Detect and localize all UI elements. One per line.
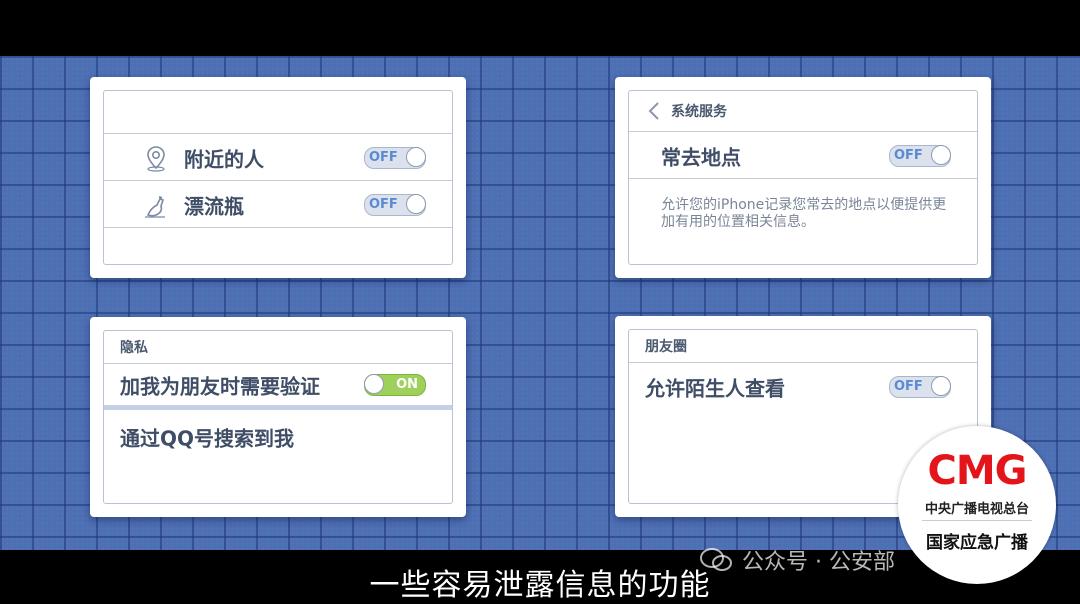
cmg-brand-text: CMG [927,448,1028,494]
stranger-view-label: 允许陌生人查看 [645,376,785,401]
qq-search-label: 通过QQ号搜索到我 [120,426,295,451]
nearby-settings-panel: 附近的人 OFF 漂流瓶 OFF [103,90,453,265]
moments-title: 朋友圈 [645,339,687,355]
video-subtitle: 一些容易泄露信息的功能 [369,568,711,603]
qq-search-row[interactable]: 通过QQ号搜索到我 [104,412,452,462]
stranger-view-row[interactable]: 允许陌生人查看 OFF [629,364,977,410]
friend-verify-toggle[interactable]: ON [364,374,426,396]
friend-verify-label: 加我为朋友时需要验证 [120,374,320,399]
location-pin-icon [147,145,165,172]
privacy-card: 隐私 加我为朋友时需要验证 ON 通过QQ号搜索到我 [90,317,466,517]
nearby-settings-card: 附近的人 OFF 漂流瓶 OFF [90,77,466,278]
system-services-card: 系统服务 常去地点 OFF 允许您的iPhone记录您常去的地点以便提供更加有用… [615,77,991,278]
drift-bottle-row[interactable]: 漂流瓶 OFF [104,182,452,228]
system-services-title: 系统服务 [671,104,727,120]
emergency-broadcast-line: 国家应急广播 [926,533,1028,553]
nearby-people-toggle[interactable]: OFF [364,146,426,169]
stranger-view-toggle[interactable]: OFF [889,376,951,398]
privacy-panel: 隐私 加我为朋友时需要验证 ON 通过QQ号搜索到我 [103,330,453,504]
chevron-left-icon[interactable] [645,100,665,122]
empty-header-row [104,91,452,134]
frequent-locations-description: 允许您的iPhone记录您常去的地点以便提供更加有用的位置相关信息。 [661,197,947,230]
system-services-header: 系统服务 [629,91,977,132]
drift-bottle-toggle[interactable]: OFF [364,193,426,216]
privacy-header: 隐私 [104,331,452,364]
nearby-people-row[interactable]: 附近的人 OFF [104,135,452,181]
bottle-icon [145,195,165,218]
frequent-locations-row[interactable]: 常去地点 OFF [629,133,977,179]
system-services-panel: 系统服务 常去地点 OFF 允许您的iPhone记录您常去的地点以便提供更加有用… [628,90,978,265]
moments-header: 朋友圈 [629,330,977,363]
privacy-title: 隐私 [120,340,148,356]
frequent-locations-label: 常去地点 [661,145,741,169]
cmg-name-line: 中央广播电视总台 [924,502,1029,517]
frequent-locations-toggle[interactable]: OFF [889,144,951,167]
drift-bottle-label: 漂流瓶 [184,194,244,218]
friend-verify-row[interactable]: 加我为朋友时需要验证 ON [104,365,452,410]
nearby-people-label: 附近的人 [184,147,264,171]
